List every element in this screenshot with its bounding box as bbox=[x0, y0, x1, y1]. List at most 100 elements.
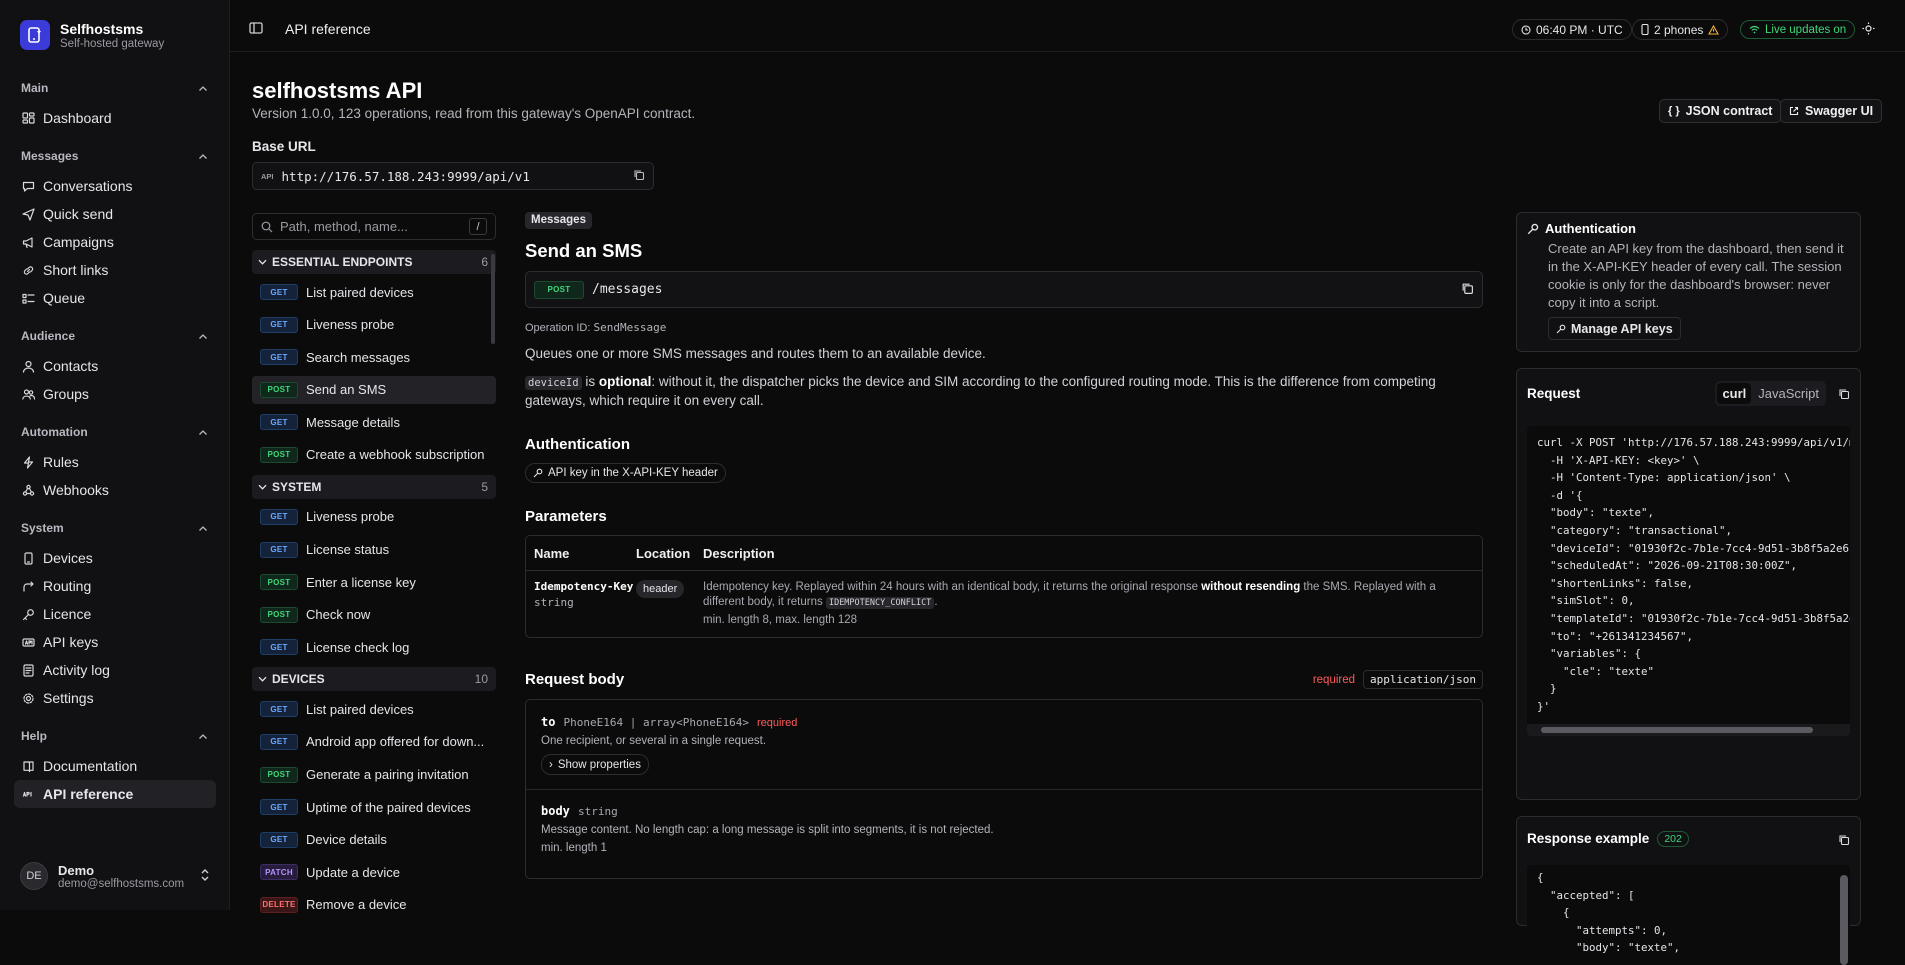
nav-group-title: Main bbox=[21, 81, 49, 95]
endpoint-item[interactable]: POST Send an SMS bbox=[252, 375, 496, 404]
endpoint-item[interactable]: GET List paired devices bbox=[252, 278, 496, 306]
endpoint-item[interactable]: POST Enter a license key bbox=[252, 568, 496, 596]
endpoint-search-input[interactable]: Path, method, name... / bbox=[252, 213, 496, 240]
phone-icon bbox=[24, 551, 33, 565]
request-lang-tabs: curl JavaScript bbox=[1715, 381, 1826, 406]
sidebar-item-rules[interactable]: Rules bbox=[14, 448, 216, 476]
sidebar-item-api-keys[interactable]: API keys bbox=[14, 628, 216, 656]
user-email: demo@selfhostsms.com bbox=[58, 877, 185, 890]
swagger-ui-button[interactable]: Swagger UI bbox=[1780, 99, 1883, 123]
base-url-field[interactable]: API http://176.57.188.243:9999/api/v1 bbox=[252, 162, 654, 190]
param-constraint: min. length 8, max. length 128 bbox=[703, 614, 858, 626]
search-shortcut-key: / bbox=[469, 218, 487, 235]
nav-group-header[interactable]: Automation bbox=[0, 422, 230, 442]
tab-curl[interactable]: curl bbox=[1717, 383, 1752, 404]
operation-description: Queues one or more SMS messages and rout… bbox=[525, 346, 986, 361]
code-vscrollbar[interactable] bbox=[1840, 875, 1848, 965]
endpoint-label: Enter a license key bbox=[306, 574, 416, 590]
nav-group-header[interactable]: Help bbox=[0, 726, 230, 746]
endpoint-list-scrollbar[interactable] bbox=[491, 254, 495, 344]
endpoint-item[interactable]: GET Liveness probe bbox=[252, 503, 496, 531]
endpoint-section-header[interactable]: DEVICES 10 bbox=[252, 667, 496, 692]
endpoint-item[interactable]: GET License status bbox=[252, 536, 496, 564]
operation-tag[interactable]: Messages bbox=[525, 212, 592, 229]
endpoint-item[interactable]: POST Check now bbox=[252, 601, 496, 629]
nav-group-header[interactable]: Audience bbox=[0, 326, 230, 346]
sidebar-item-activity-log[interactable]: Activity log bbox=[14, 656, 216, 684]
live-updates-toggle[interactable]: Live updates on bbox=[1740, 20, 1856, 39]
json-contract-button[interactable]: { } JSON contract bbox=[1659, 99, 1782, 123]
endpoint-section-header[interactable]: SYSTEM 5 bbox=[252, 474, 496, 499]
key-icon bbox=[533, 468, 543, 478]
sidebar-item-dashboard[interactable]: Dashboard bbox=[14, 104, 216, 132]
endpoint-item[interactable]: GET Message details bbox=[252, 408, 496, 436]
copy-icon[interactable] bbox=[633, 169, 645, 184]
sidebar-item-label: Groups bbox=[43, 386, 89, 402]
app-root: Selfhostsms Self-hosted gateway Main Dash… bbox=[0, 0, 1905, 965]
request-body-title: Request body bbox=[525, 671, 625, 688]
endpoint-item[interactable]: POST Generate a pairing invitation bbox=[252, 761, 496, 789]
chevron-up-icon bbox=[199, 153, 207, 159]
sidebar-item-webhooks[interactable]: Webhooks bbox=[14, 476, 216, 504]
sidebar-item-short-links[interactable]: Short links bbox=[14, 256, 216, 284]
endpoint-item[interactable]: GET Android app offered for down... bbox=[252, 728, 496, 756]
sidebar-item-queue[interactable]: Queue bbox=[14, 284, 216, 312]
sidebar-item-api-reference[interactable]: API reference bbox=[14, 780, 216, 808]
sidebar-item-documentation[interactable]: Documentation bbox=[14, 752, 216, 780]
nav-group-header[interactable]: System bbox=[0, 518, 230, 538]
user-menu[interactable]: DE Demo demo@selfhostsms.com bbox=[20, 862, 210, 890]
request-panel: Request curl JavaScript curl -X POST 'ht… bbox=[1516, 368, 1861, 800]
key-icon bbox=[22, 608, 34, 620]
endpoint-item[interactable]: GET Uptime of the paired devices bbox=[252, 793, 496, 821]
endpoint-item[interactable]: DELETE Remove a device bbox=[252, 891, 496, 919]
brand-name: Selfhostsms bbox=[60, 20, 144, 37]
method-badge: GET bbox=[260, 831, 298, 848]
endpoint-section-title: DEVICES bbox=[272, 672, 325, 687]
col-name: Name bbox=[534, 545, 570, 561]
endpoint-section-header[interactable]: ESSENTIAL ENDPOINTS 6 bbox=[252, 250, 496, 274]
endpoint-item[interactable]: GET Device details bbox=[252, 826, 496, 854]
auth-section-title: Authentication bbox=[525, 436, 630, 453]
endpoint-item[interactable]: PATCH Update a device bbox=[252, 858, 496, 886]
nav-group-header[interactable]: Main bbox=[0, 78, 230, 98]
topbar-title: API reference bbox=[285, 21, 371, 37]
sidebar-item-conversations[interactable]: Conversations bbox=[14, 172, 216, 200]
sidebar-item-licence[interactable]: Licence bbox=[14, 600, 216, 628]
response-code-block: { "accepted": [ { "attempts": 0, "body":… bbox=[1527, 865, 1850, 965]
copy-icon[interactable] bbox=[1838, 388, 1850, 403]
param-desc-code: IDEMPOTENCY_CONFLICT bbox=[825, 597, 935, 609]
endpoint-item[interactable]: GET Search messages bbox=[252, 343, 496, 371]
phones-button[interactable]: 2 phones bbox=[1632, 19, 1729, 40]
nav-group-title: Audience bbox=[21, 329, 76, 343]
show-properties-button[interactable]: › Show properties bbox=[541, 754, 649, 775]
endpoint-item[interactable]: GET List paired devices bbox=[252, 695, 496, 723]
sidebar-toggle-icon[interactable] bbox=[249, 21, 263, 38]
brand[interactable]: Selfhostsms Self-hosted gateway bbox=[20, 20, 164, 50]
endpoint-list: ESSENTIAL ENDPOINTS 6 GET List paired devic… bbox=[252, 250, 496, 924]
copy-icon[interactable] bbox=[1461, 282, 1474, 298]
endpoint-item[interactable]: GET License check log bbox=[252, 633, 496, 661]
sidebar-item-label: Campaigns bbox=[43, 234, 114, 250]
base-url-label: Base URL bbox=[252, 139, 316, 154]
chevron-up-icon bbox=[199, 85, 207, 91]
endpoint-item[interactable]: POST Create a webhook subscription bbox=[252, 441, 496, 469]
nav-group-audience: Audience Contacts Groups bbox=[0, 326, 230, 408]
sidebar-item-quick-send[interactable]: Quick send bbox=[14, 200, 216, 228]
nav-group-messages: Messages Conversations Quick send Campaigns… bbox=[0, 146, 230, 312]
code-hscrollbar[interactable] bbox=[1527, 724, 1850, 736]
nav-group-header[interactable]: Messages bbox=[0, 146, 230, 166]
sidebar-item-contacts[interactable]: Contacts bbox=[14, 352, 216, 380]
sidebar-item-settings[interactable]: Settings bbox=[14, 684, 216, 712]
theme-sun-icon[interactable] bbox=[1862, 22, 1875, 38]
auth-panel-title: Authentication bbox=[1545, 221, 1636, 236]
sidebar-item-campaigns[interactable]: Campaigns bbox=[14, 228, 216, 256]
field-to-required: required bbox=[757, 717, 798, 729]
tab-javascript[interactable]: JavaScript bbox=[1753, 383, 1824, 404]
copy-icon[interactable] bbox=[1838, 834, 1850, 849]
manage-api-keys-button[interactable]: Manage API keys bbox=[1548, 317, 1681, 340]
endpoint-item[interactable]: GET Liveness probe bbox=[252, 311, 496, 339]
sidebar-item-devices[interactable]: Devices bbox=[14, 544, 216, 572]
scroll-thumb[interactable] bbox=[1541, 727, 1813, 733]
sidebar-item-routing[interactable]: Routing bbox=[14, 572, 216, 600]
sidebar-item-groups[interactable]: Groups bbox=[14, 380, 216, 408]
